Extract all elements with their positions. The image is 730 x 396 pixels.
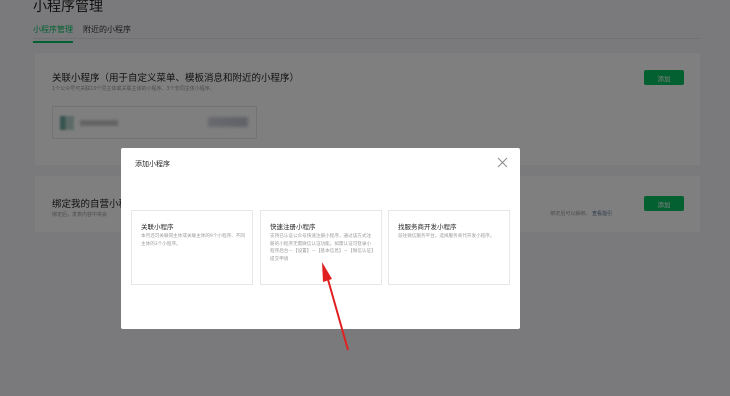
option-title: 关联小程序 xyxy=(141,223,174,231)
option-quick-register-miniprogram[interactable]: 快速注册小程序 支持已认证公众号快速注册小程序，通过该方式注册的小程序无需微信认… xyxy=(260,210,382,285)
option-find-service-provider[interactable]: 找服务商开发小程序 前往微信服务平台，选择服务商代开发小程序。 xyxy=(388,210,510,285)
option-description: 本月还可关联同主体或关联主体的9个小程序、不同主体的3个小程序。 xyxy=(141,234,245,247)
option-description: 支持已认证公众号快速注册小程序，通过该方式注册的小程序无需微信认证功能。如需认证… xyxy=(270,234,374,262)
close-icon[interactable] xyxy=(497,157,508,168)
option-link-miniprogram[interactable]: 关联小程序 本月还可关联同主体或关联主体的9个小程序、不同主体的3个小程序。 xyxy=(131,210,253,285)
option-title: 快速注册小程序 xyxy=(270,223,316,231)
add-miniprogram-dialog: 添加小程序 关联小程序 本月还可关联同主体或关联主体的9个小程序、不同主体的3个… xyxy=(121,148,520,329)
option-description: 前往微信服务平台，选择服务商代开发小程序。 xyxy=(398,234,495,239)
dialog-title: 添加小程序 xyxy=(135,160,170,168)
option-title: 找服务商开发小程序 xyxy=(398,223,457,231)
